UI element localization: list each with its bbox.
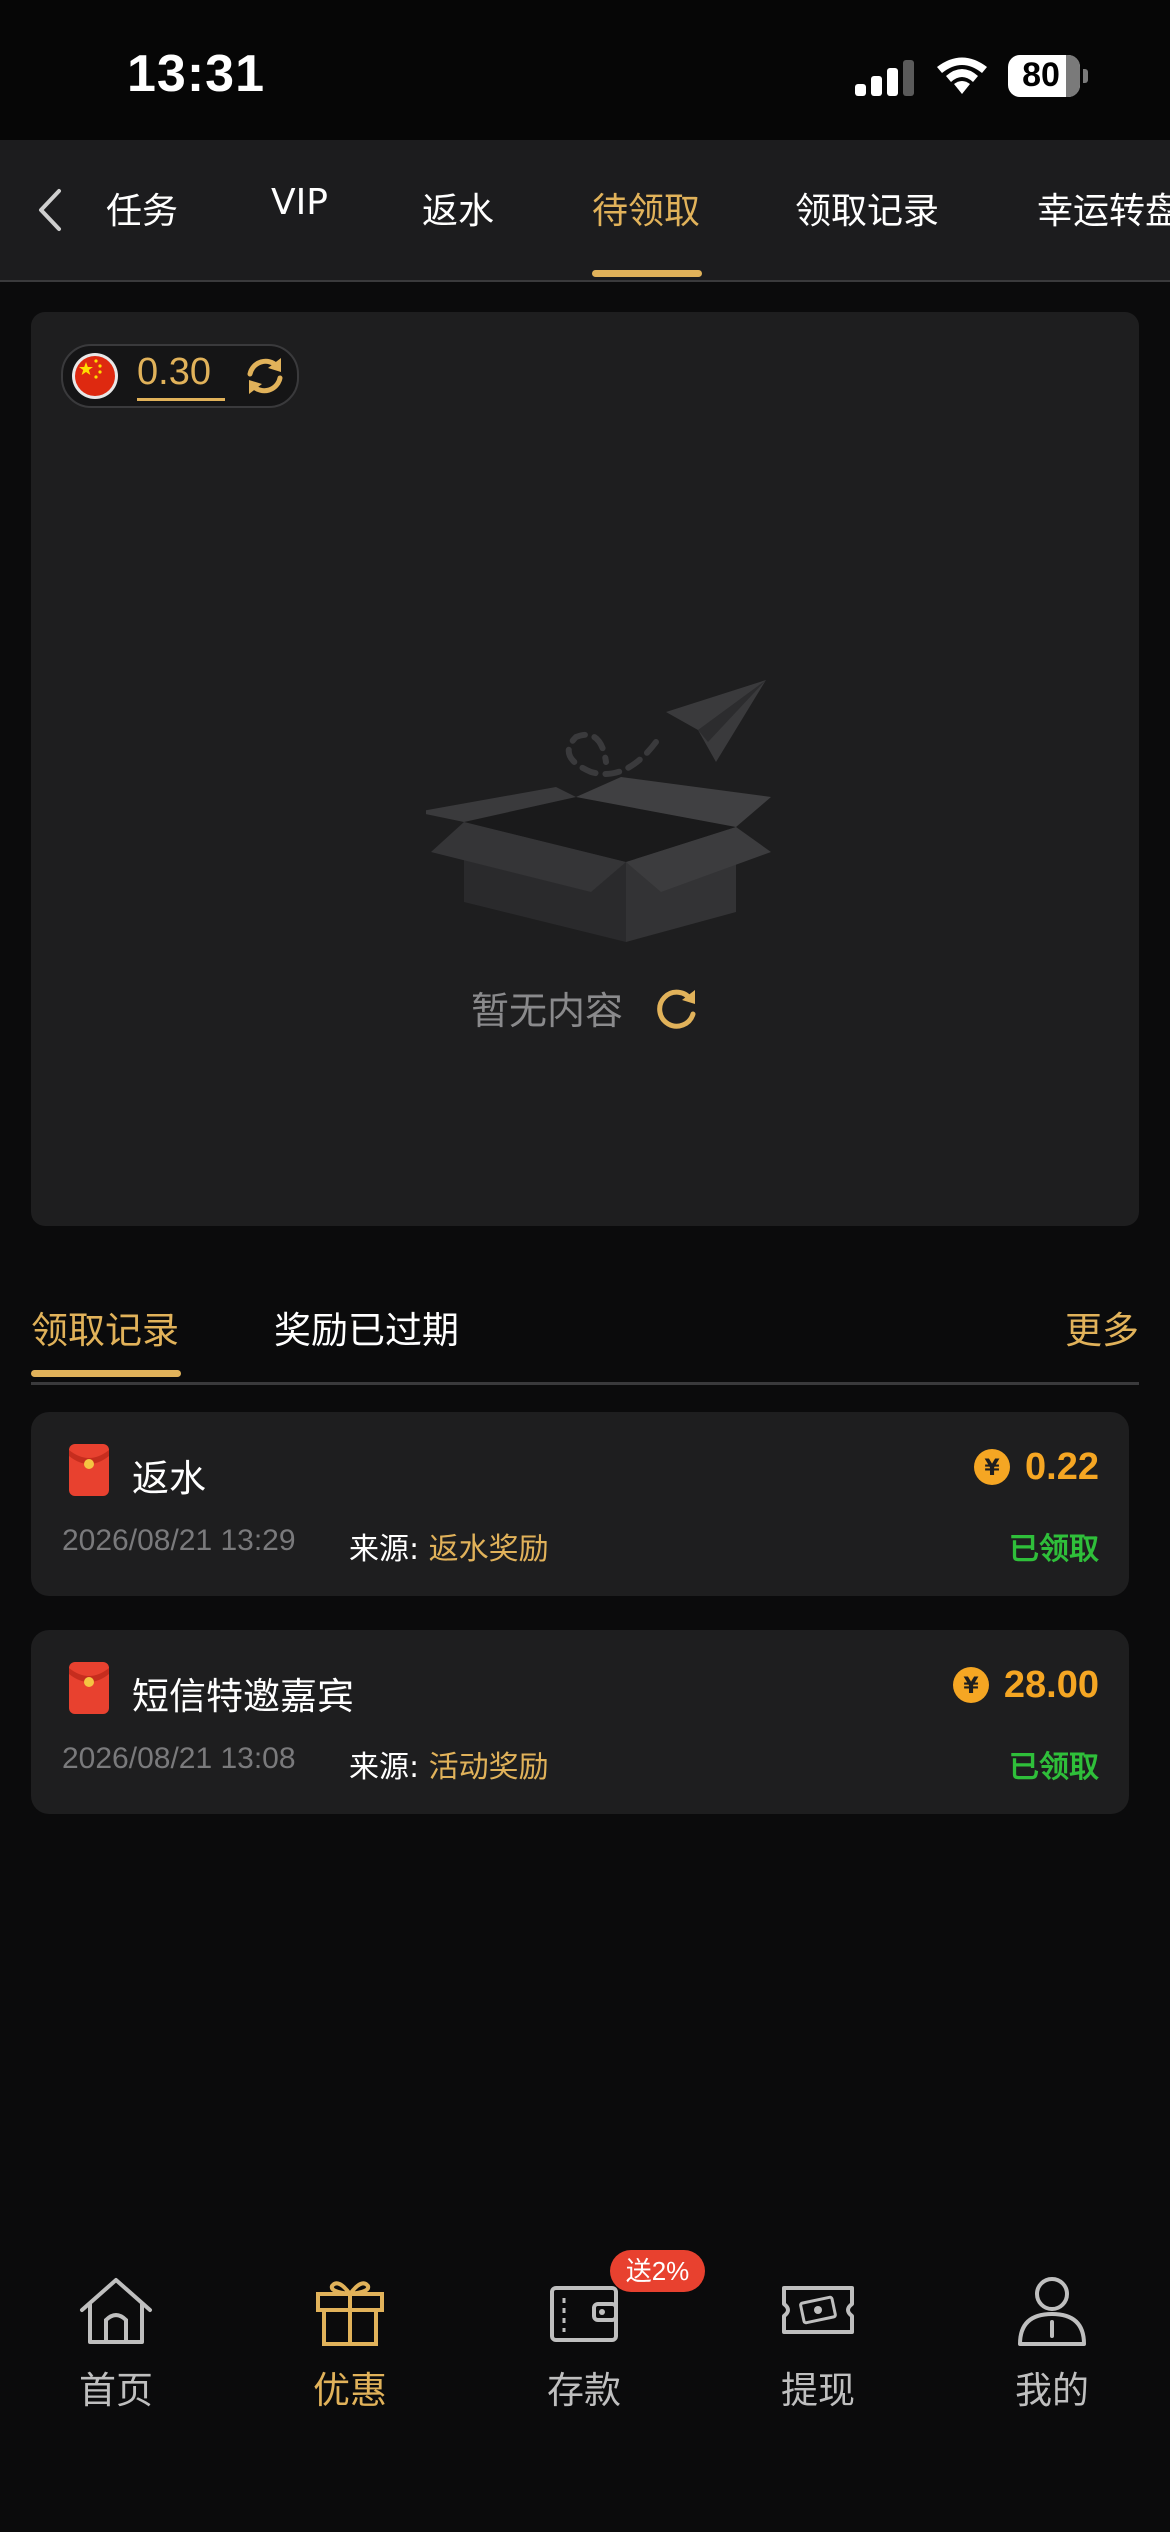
nav-home[interactable]: 首页 — [26, 2274, 206, 2414]
record-amount-wrap: ¥ 28.00 — [952, 1660, 1099, 1710]
user-icon — [1018, 2277, 1086, 2346]
nav-promotions-label: 优惠 — [313, 2369, 387, 2412]
status-bar: 13:31 80 — [0, 0, 1170, 140]
record-card[interactable]: 短信特邀嘉宾 ¥ 28.00 2026/08/21 13:08 来源: 活动奖励… — [31, 1630, 1129, 1814]
page: 13:31 80 任务 VIP 返水 待领取 领取记录 幸运转盘 0.30 暂无… — [0, 0, 1170, 2532]
record-status: 已领取 — [1009, 1532, 1099, 1567]
records-active-underline — [31, 1370, 181, 1377]
battery-percentage: 80 — [1022, 56, 1060, 94]
tab-rebate[interactable]: 返水 — [422, 182, 494, 234]
tab-tasks[interactable]: 任务 — [106, 182, 178, 234]
wallet-icon — [550, 2286, 618, 2342]
battery-indicator: 80 — [1008, 55, 1090, 99]
refresh-icon[interactable] — [241, 352, 289, 400]
red-envelope-icon — [69, 1444, 109, 1496]
battery-body: 80 — [1008, 55, 1080, 97]
wifi-icon — [937, 57, 987, 94]
tab-claim-records[interactable]: 领取记录 — [795, 182, 939, 234]
tab-lucky-wheel[interactable]: 幸运转盘 — [1037, 182, 1170, 234]
tab-claimed-records[interactable]: 领取记录 — [31, 1300, 179, 1354]
deposit-bonus-badge: 送2% — [610, 2250, 705, 2292]
china-flag-icon — [72, 353, 118, 399]
nav-home-label: 首页 — [79, 2369, 153, 2412]
balance-underline — [137, 398, 225, 401]
yuan-coin-icon: ¥ — [952, 1667, 989, 1703]
status-time: 13:31 — [127, 45, 265, 103]
empty-box-illustration-icon — [426, 680, 771, 942]
record-source: 来源: 返水奖励 — [349, 1524, 549, 1568]
nav-withdraw-label: 提现 — [781, 2369, 855, 2412]
svg-text:¥: ¥ — [963, 1674, 979, 1699]
record-time: 2026/08/21 13:29 — [62, 1524, 296, 1557]
balance-value: 0.30 — [137, 351, 211, 393]
balance-pill: 0.30 — [61, 344, 299, 408]
empty-state-text: 暂无内容 — [471, 989, 624, 1033]
record-source-value: 活动奖励 — [428, 1750, 549, 1785]
nav-withdraw[interactable]: 提现 — [728, 2274, 908, 2414]
cash-icon — [782, 2286, 854, 2334]
nav-profile-label: 我的 — [1015, 2369, 1089, 2412]
reload-icon[interactable] — [653, 984, 701, 1032]
active-tab-underline — [592, 270, 702, 277]
tab-vip[interactable]: VIP — [271, 182, 328, 223]
chevron-left-icon — [39, 189, 61, 231]
tab-expired-rewards[interactable]: 奖励已过期 — [274, 1300, 459, 1354]
more-link[interactable]: 更多 — [1065, 1300, 1139, 1354]
battery-tip — [1083, 69, 1088, 83]
record-source-label: 来源: — [349, 1750, 420, 1785]
cellular-signal-icon — [855, 60, 914, 96]
top-tab-bar: 任务 VIP 返水 待领取 领取记录 幸运转盘 — [0, 140, 1170, 282]
record-amount: 28.00 — [1003, 1663, 1099, 1706]
nav-promotions[interactable]: 优惠 — [260, 2274, 440, 2414]
record-source: 来源: 活动奖励 — [349, 1742, 549, 1786]
gift-icon — [316, 2281, 384, 2346]
record-status: 已领取 — [1009, 1750, 1099, 1785]
record-title: 短信特邀嘉宾 — [132, 1675, 354, 1718]
nav-deposit[interactable]: 存款 — [494, 2274, 674, 2414]
bottom-nav: 首页 优惠 存款 送2% 提现 我的 — [0, 2250, 1170, 2532]
record-amount: 0.22 — [1025, 1445, 1099, 1488]
back-button[interactable] — [20, 170, 80, 250]
nav-deposit-label: 存款 — [547, 2369, 621, 2412]
record-source-value: 返水奖励 — [428, 1532, 549, 1567]
record-amount-wrap: ¥ 0.22 — [973, 1442, 1099, 1492]
red-envelope-icon — [69, 1662, 109, 1714]
record-card[interactable]: 返水 ¥ 0.22 2026/08/21 13:29 来源: 返水奖励 已领取 — [31, 1412, 1129, 1596]
home-icon — [80, 2278, 152, 2344]
record-time: 2026/08/21 13:08 — [62, 1742, 296, 1775]
pending-rewards-card: 0.30 暂无内容 — [31, 312, 1139, 1226]
svg-text:¥: ¥ — [984, 1456, 1000, 1481]
yuan-coin-icon: ¥ — [974, 1449, 1011, 1485]
record-title: 返水 — [132, 1457, 206, 1500]
record-source-label: 来源: — [349, 1532, 420, 1567]
nav-profile[interactable]: 我的 — [962, 2274, 1142, 2414]
records-tab-bar: 领取记录 奖励已过期 更多 — [31, 1268, 1139, 1385]
tab-pending[interactable]: 待领取 — [592, 182, 700, 234]
